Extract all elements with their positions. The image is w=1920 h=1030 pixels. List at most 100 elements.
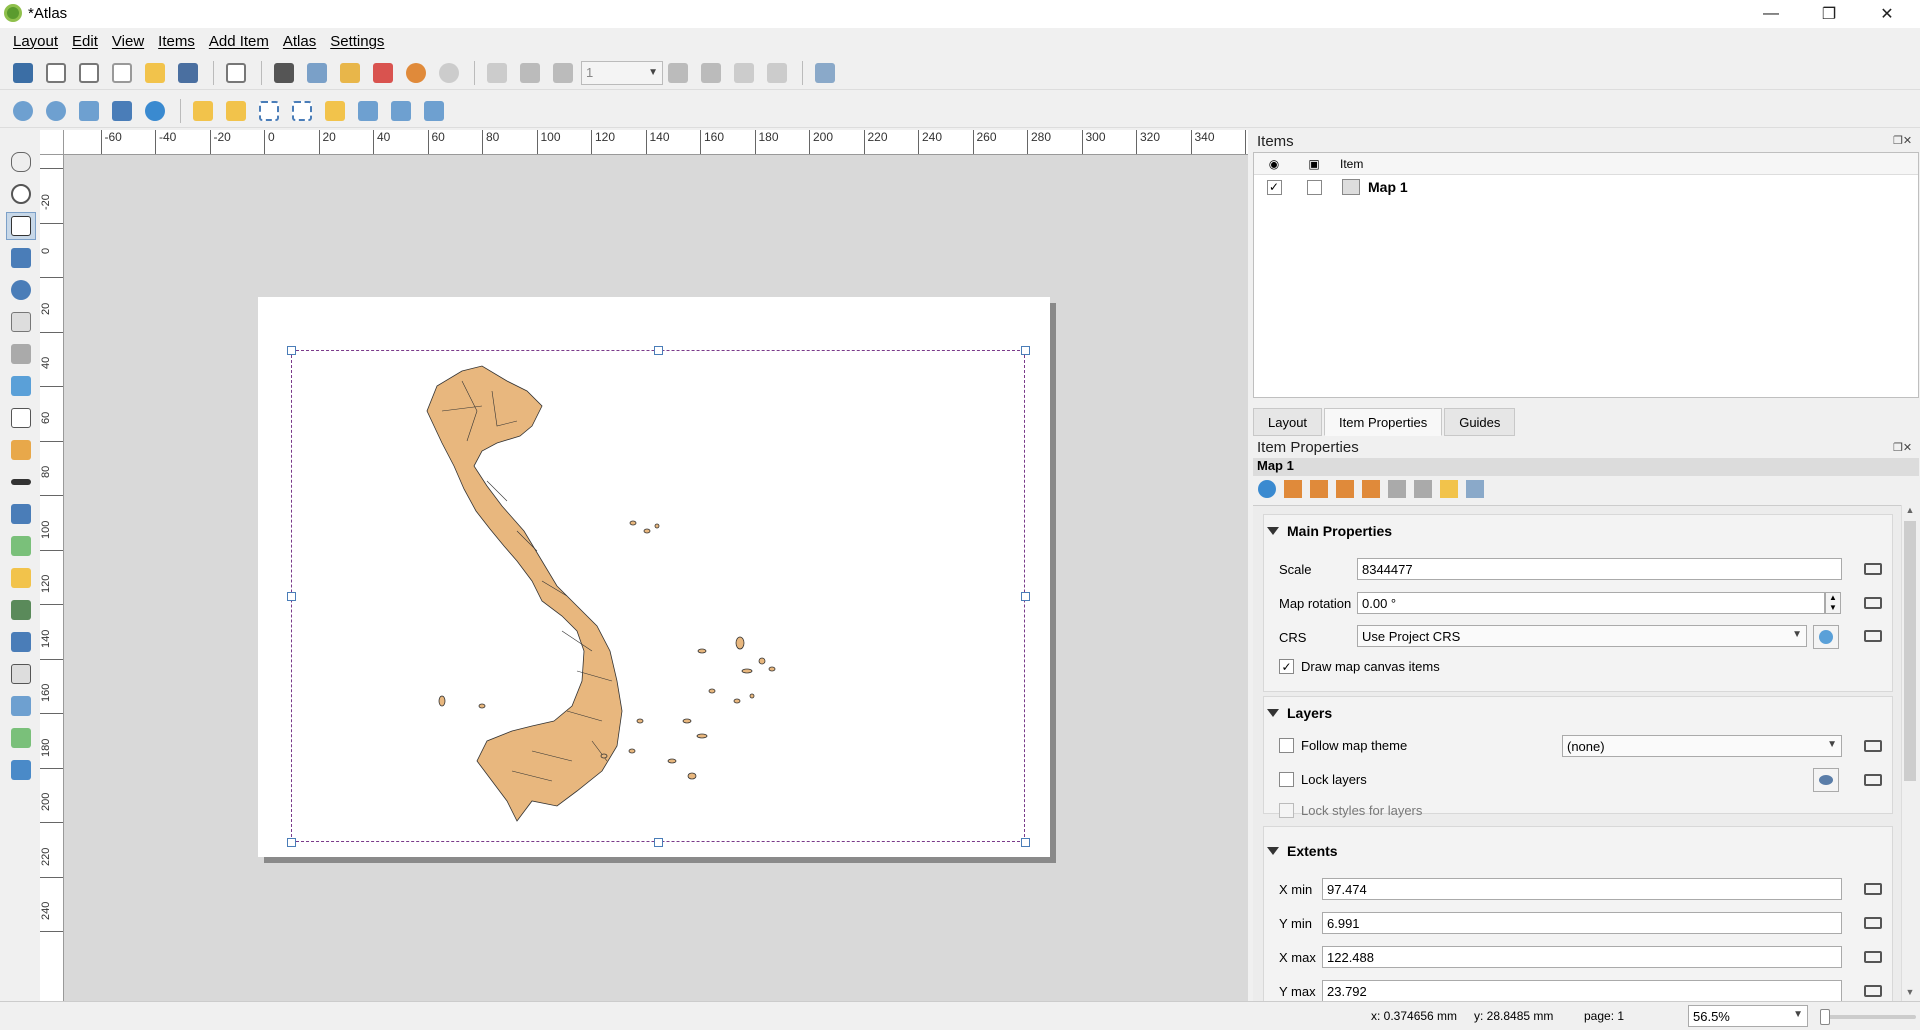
add-html-icon[interactable] — [6, 660, 36, 688]
extents-header[interactable]: Extents — [1267, 843, 1338, 859]
menu-settings[interactable]: Settings — [323, 33, 391, 50]
resize-handle[interactable] — [287, 346, 296, 355]
new-layout-button[interactable] — [41, 59, 71, 87]
set-scale-icon[interactable] — [1336, 480, 1354, 498]
menu-layout[interactable]: Layout — [6, 33, 65, 50]
pan-icon[interactable] — [6, 148, 36, 176]
layer-visibility-button[interactable] — [1813, 768, 1839, 792]
map-item[interactable] — [287, 346, 1030, 847]
align-left-icon[interactable] — [353, 97, 383, 125]
layers-header[interactable]: Layers — [1267, 705, 1332, 721]
preview-atlas-button[interactable] — [482, 59, 512, 87]
bookmark-icon[interactable] — [1388, 480, 1406, 498]
data-defined-button[interactable] — [1860, 878, 1886, 900]
atlas-settings-button[interactable] — [810, 59, 840, 87]
group-items-icon[interactable] — [254, 97, 284, 125]
add-arrow-icon[interactable] — [6, 596, 36, 624]
minimize-button[interactable]: — — [1748, 0, 1794, 28]
add-legend-icon[interactable] — [6, 436, 36, 464]
labels-icon[interactable] — [1440, 480, 1458, 498]
edit-nodes-icon[interactable] — [6, 276, 36, 304]
export-svg-button[interactable] — [335, 59, 365, 87]
add-3d-map-icon[interactable] — [6, 340, 36, 368]
save-template-button[interactable] — [173, 59, 203, 87]
add-shape-icon[interactable] — [6, 532, 36, 560]
data-defined-button[interactable] — [1860, 735, 1886, 757]
resize-handle[interactable] — [287, 838, 296, 847]
refresh-icon[interactable] — [1258, 480, 1276, 498]
lock-layers-checkbox[interactable] — [1279, 772, 1294, 787]
select-move-icon[interactable] — [6, 212, 36, 240]
properties-scrollbar[interactable]: ▲ ▼ — [1901, 505, 1918, 1001]
layout-page[interactable] — [258, 297, 1050, 857]
add-elevation-profile-icon[interactable] — [6, 756, 36, 784]
set-extent-icon[interactable] — [1284, 480, 1302, 498]
temporal-icon[interactable] — [1466, 480, 1484, 498]
data-defined-button[interactable] — [1860, 769, 1886, 791]
tab-guides[interactable]: Guides — [1444, 408, 1516, 436]
add-node-item-icon[interactable] — [6, 628, 36, 656]
zoom-actual-icon[interactable] — [74, 97, 104, 125]
xmin-input[interactable]: 97.474 — [1322, 878, 1842, 900]
rotation-input[interactable]: 0.00 ° — [1357, 592, 1825, 614]
zoom-in-icon[interactable] — [8, 97, 38, 125]
zoom-out-icon[interactable] — [41, 97, 71, 125]
panel-float-icon[interactable]: ❐✕ — [1893, 441, 1912, 454]
save-button[interactable] — [8, 59, 38, 87]
menu-atlas[interactable]: Atlas — [276, 33, 323, 50]
undo-button[interactable] — [401, 59, 431, 87]
data-defined-button[interactable] — [1860, 946, 1886, 968]
tab-layout[interactable]: Layout — [1253, 408, 1323, 436]
last-feature-button[interactable] — [696, 59, 726, 87]
next-feature-button[interactable] — [663, 59, 693, 87]
item-row[interactable]: ✓ Map 1 — [1254, 175, 1918, 199]
clip-icon[interactable] — [1414, 480, 1432, 498]
unlock-items-icon[interactable] — [221, 97, 251, 125]
add-map-icon[interactable] — [6, 308, 36, 336]
data-defined-button[interactable] — [1860, 625, 1886, 647]
add-fixed-table-icon[interactable] — [6, 724, 36, 752]
select-crs-button[interactable] — [1813, 625, 1839, 649]
export-atlas-button[interactable] — [762, 59, 792, 87]
close-button[interactable]: ✕ — [1864, 0, 1910, 28]
add-north-arrow-icon[interactable] — [6, 500, 36, 528]
scroll-up-icon[interactable]: ▲ — [1902, 505, 1918, 519]
ymin-input[interactable]: 6.991 — [1322, 912, 1842, 934]
zoom-combo[interactable]: 56.5% ▼ — [1688, 1005, 1808, 1027]
zoom-full-icon[interactable] — [107, 97, 137, 125]
data-defined-button[interactable] — [1860, 558, 1886, 580]
view-extent-icon[interactable] — [1310, 480, 1328, 498]
panel-float-icon[interactable]: ❐✕ — [1893, 134, 1912, 147]
previous-feature-button[interactable] — [548, 59, 578, 87]
resize-handle[interactable] — [287, 592, 296, 601]
resize-handle[interactable] — [1021, 592, 1030, 601]
xmax-input[interactable]: 122.488 — [1322, 946, 1842, 968]
follow-theme-checkbox[interactable] — [1279, 738, 1294, 753]
draw-canvas-checkbox[interactable]: ✓ — [1279, 659, 1294, 674]
redo-button[interactable] — [434, 59, 464, 87]
maximize-button[interactable]: ❐ — [1806, 0, 1852, 28]
menu-view[interactable]: View — [105, 33, 151, 50]
first-feature-button[interactable] — [515, 59, 545, 87]
raise-items-icon[interactable] — [320, 97, 350, 125]
print-atlas-button[interactable] — [729, 59, 759, 87]
export-image-button[interactable] — [302, 59, 332, 87]
view-scale-icon[interactable] — [1362, 480, 1380, 498]
zoom-slider[interactable] — [1820, 1009, 1916, 1025]
resize-handle[interactable] — [654, 838, 663, 847]
crs-select[interactable]: Use Project CRS ▼ — [1357, 625, 1807, 647]
map-theme-select[interactable]: (none) ▼ — [1562, 735, 1842, 757]
add-scalebar-icon[interactable] — [6, 468, 36, 496]
distribute-icon[interactable] — [386, 97, 416, 125]
resize-handle[interactable] — [1021, 838, 1030, 847]
data-defined-button[interactable] — [1860, 980, 1886, 1001]
scroll-down-icon[interactable]: ▼ — [1902, 987, 1918, 1001]
add-label-icon[interactable] — [6, 404, 36, 432]
duplicate-layout-button[interactable] — [74, 59, 104, 87]
ungroup-items-icon[interactable] — [287, 97, 317, 125]
print-button[interactable] — [269, 59, 299, 87]
menu-items[interactable]: Items — [151, 33, 202, 50]
resize-handle[interactable] — [1021, 346, 1030, 355]
scroll-thumb[interactable] — [1904, 521, 1916, 781]
layout-manager-button[interactable] — [107, 59, 137, 87]
